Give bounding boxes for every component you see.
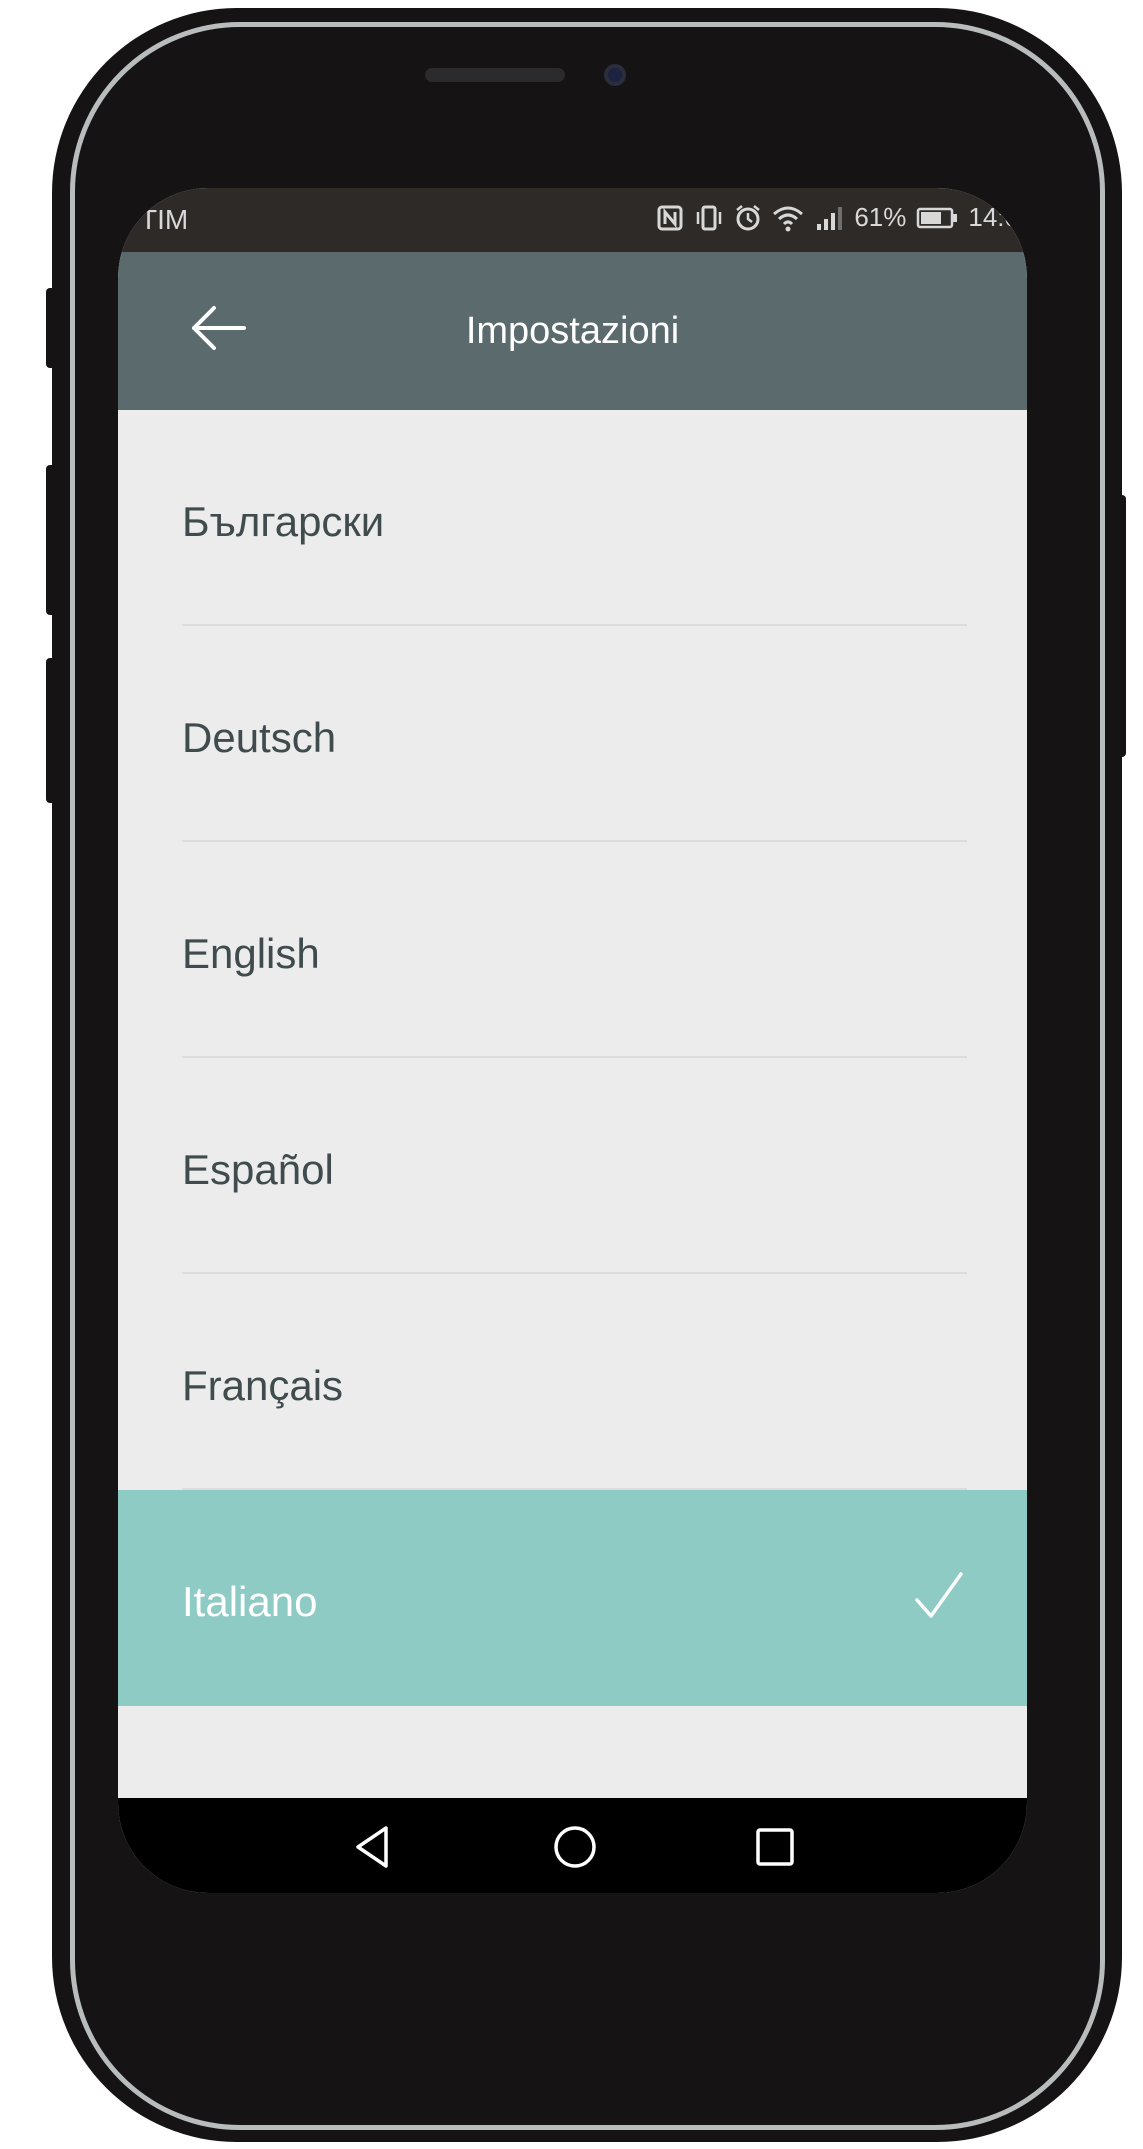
nfc-icon xyxy=(657,205,683,230)
wifi-icon xyxy=(773,206,804,231)
language-item-german[interactable]: Deutsch xyxy=(118,626,1027,842)
language-label: Italiano xyxy=(182,1578,318,1625)
language-item-italian[interactable]: Italiano xyxy=(118,1490,1027,1706)
language-item-spanish[interactable]: Español xyxy=(118,1058,1027,1274)
clock: 14:0 xyxy=(968,202,1019,232)
language-label: Français xyxy=(182,1362,344,1409)
navigation-bar xyxy=(118,1798,1027,1893)
nav-home-button[interactable] xyxy=(550,1822,600,1872)
language-label: Български xyxy=(182,498,385,545)
language-label: Deutsch xyxy=(182,714,337,761)
language-label: Español xyxy=(182,1146,334,1193)
status-icons: 61% 14:0 xyxy=(656,202,1019,233)
phone-mockup: TIM 61% 14:0 Impostazioni Български Deut… xyxy=(0,0,1143,2149)
page-title: Impostazioni xyxy=(465,310,680,352)
language-item-bulgarian[interactable]: Български xyxy=(118,410,1027,626)
battery-icon xyxy=(917,207,958,228)
status-bar: TIM 61% 14:0 xyxy=(118,188,1027,252)
checkmark-icon xyxy=(915,1572,963,1618)
language-item-french[interactable]: Français xyxy=(118,1274,1027,1490)
square-recents-icon xyxy=(756,1828,794,1866)
front-camera xyxy=(604,64,626,86)
phone-speaker xyxy=(425,68,565,82)
carrier-name: TIM xyxy=(140,204,189,235)
app-bar: Impostazioni xyxy=(118,252,1027,410)
nav-recents-button[interactable] xyxy=(750,1822,800,1872)
language-item-english[interactable]: English xyxy=(118,842,1027,1058)
vibrate-icon xyxy=(697,205,722,230)
language-list: Български Deutsch English Español França… xyxy=(118,410,1027,1706)
signal-icon xyxy=(817,206,843,230)
language-label: English xyxy=(182,930,320,977)
battery-percent: 61% xyxy=(854,202,907,232)
nav-back-button[interactable] xyxy=(348,1822,398,1872)
alarm-icon xyxy=(736,204,761,230)
triangle-back-icon xyxy=(356,1826,388,1868)
phone-screen: TIM 61% 14:0 Impostazioni Български Deut… xyxy=(118,188,1027,1893)
circle-home-icon xyxy=(554,1826,596,1868)
